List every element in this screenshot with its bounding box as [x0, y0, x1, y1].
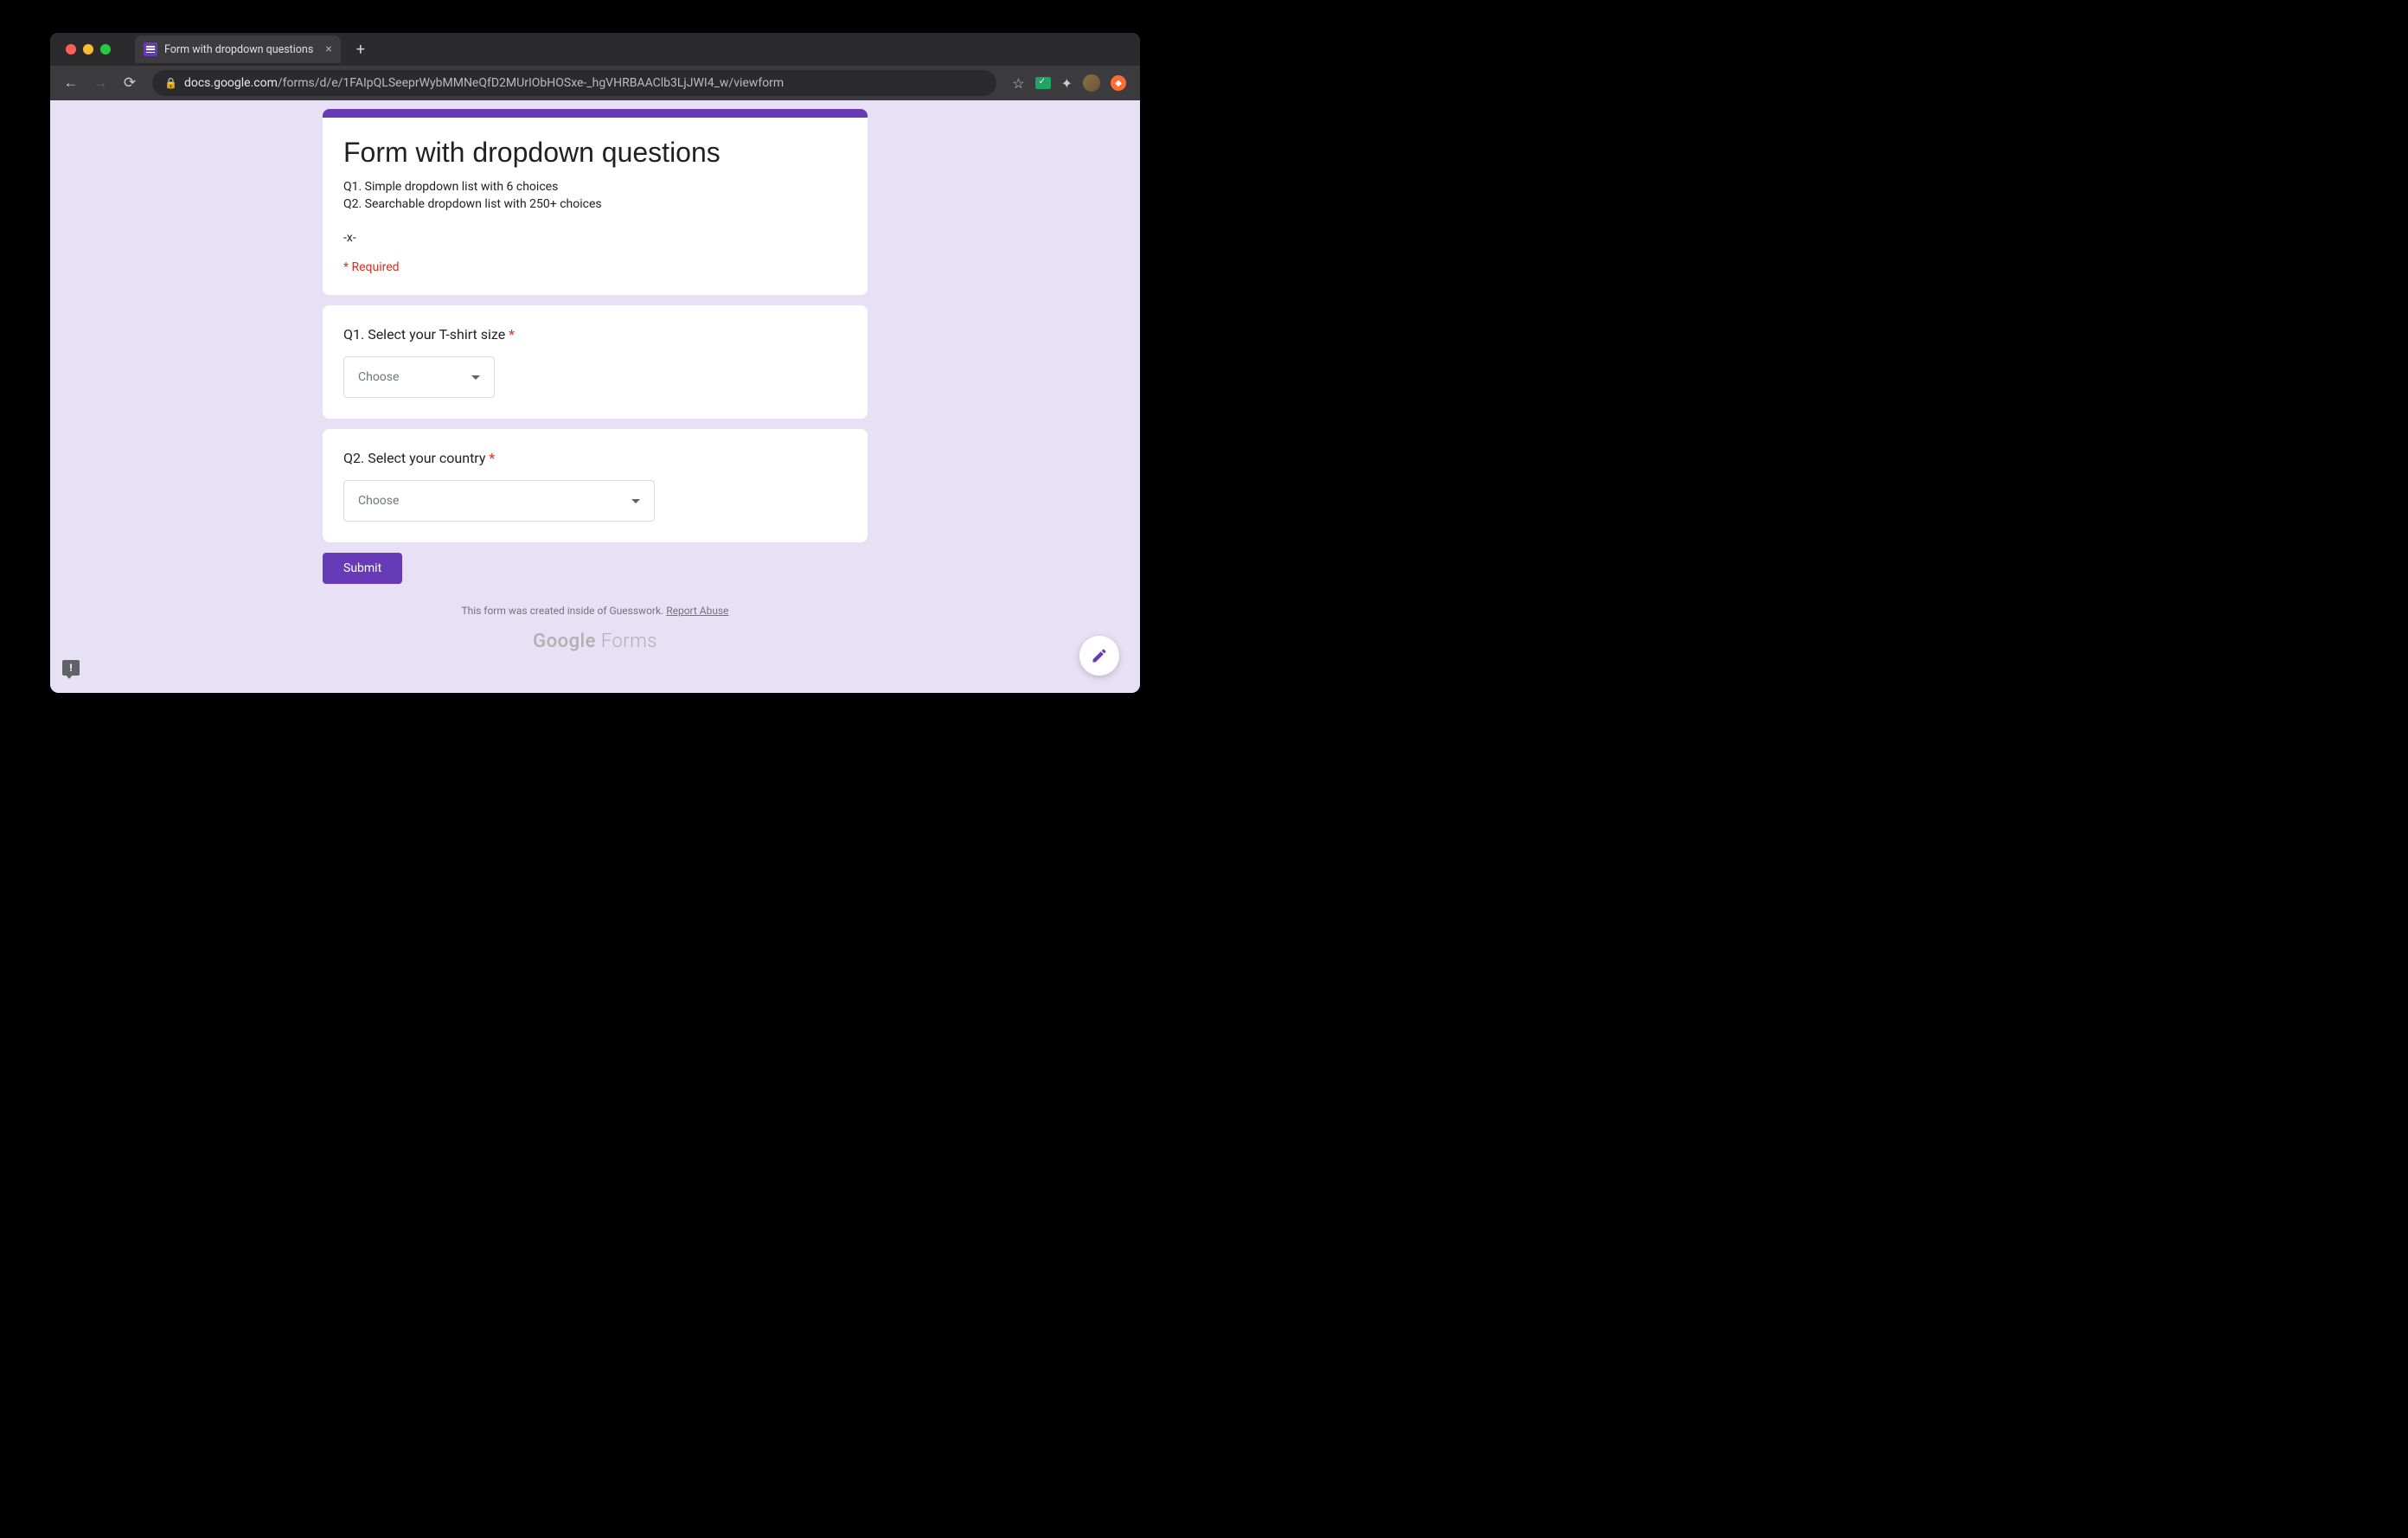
browser-chrome: Form with dropdown questions × + ← → ⟳ 🔒…: [50, 33, 1140, 100]
question-card-q2: Q2. Select your country * Choose: [323, 429, 868, 542]
address-row: ← → ⟳ 🔒 docs.google.com/forms/d/e/1FAIpQ…: [50, 66, 1140, 100]
question-card-q1: Q1. Select your T-shirt size * Choose: [323, 305, 868, 419]
address-bar[interactable]: 🔒 docs.google.com/forms/d/e/1FAIpQLSeepr…: [152, 70, 996, 96]
pencil-icon: [1091, 647, 1108, 664]
tshirt-size-dropdown[interactable]: Choose: [343, 356, 495, 398]
forms-favicon-icon: [144, 42, 157, 56]
window-controls: [59, 44, 118, 54]
form-title: Form with dropdown questions: [343, 137, 847, 169]
feedback-button[interactable]: !: [62, 660, 80, 676]
required-asterisk: *: [489, 450, 495, 466]
chevron-down-icon: [471, 375, 480, 380]
close-tab-button[interactable]: ×: [325, 42, 331, 56]
back-button[interactable]: ←: [59, 71, 83, 95]
extensions-puzzle-icon[interactable]: ✦: [1061, 75, 1073, 92]
dropdown-placeholder: Choose: [358, 370, 399, 384]
browser-window: Form with dropdown questions × + ← → ⟳ 🔒…: [50, 33, 1140, 693]
submit-row: Submit: [323, 553, 868, 584]
form-container: Form with dropdown questions Q1. Simple …: [323, 109, 868, 652]
required-asterisk: *: [509, 326, 515, 343]
report-abuse-link[interactable]: Report Abuse: [666, 605, 728, 617]
toolbar-icons: ☆ ✦ ◆: [1007, 74, 1131, 92]
submit-button[interactable]: Submit: [323, 553, 402, 584]
extension-mail-icon[interactable]: [1035, 77, 1051, 89]
maximize-window-button[interactable]: [100, 44, 111, 54]
page-viewport: Form with dropdown questions Q1. Simple …: [50, 100, 1140, 693]
url-text: docs.google.com/forms/d/e/1FAIpQLSeeprWy…: [184, 76, 784, 90]
minimize-window-button[interactable]: [83, 44, 93, 54]
question-label-q1: Q1. Select your T-shirt size *: [343, 326, 847, 343]
forward-button[interactable]: →: [88, 71, 112, 95]
tab-title: Form with dropdown questions: [164, 43, 313, 56]
form-description: Q1. Simple dropdown list with 6 choices …: [343, 179, 847, 247]
profile-avatar[interactable]: [1083, 74, 1100, 92]
tab-bar: Form with dropdown questions × +: [50, 33, 1140, 66]
chevron-down-icon: [631, 499, 640, 503]
edit-form-fab[interactable]: [1079, 636, 1119, 676]
question-label-q2: Q2. Select your country *: [343, 450, 847, 466]
footer-disclaimer: This form was created inside of Guesswor…: [323, 605, 868, 617]
reload-button[interactable]: ⟳: [118, 71, 142, 95]
extension-badge-icon[interactable]: ◆: [1111, 75, 1126, 91]
form-header-card: Form with dropdown questions Q1. Simple …: [323, 109, 868, 295]
bookmark-star-icon[interactable]: ☆: [1012, 75, 1024, 92]
dropdown-placeholder: Choose: [358, 494, 399, 508]
lock-icon: 🔒: [164, 77, 177, 89]
close-window-button[interactable]: [66, 44, 76, 54]
new-tab-button[interactable]: +: [356, 41, 365, 59]
country-dropdown[interactable]: Choose: [343, 480, 655, 522]
google-forms-logo: Google Forms: [323, 631, 868, 652]
required-legend: * Required: [343, 260, 847, 274]
browser-tab[interactable]: Form with dropdown questions ×: [135, 35, 341, 63]
